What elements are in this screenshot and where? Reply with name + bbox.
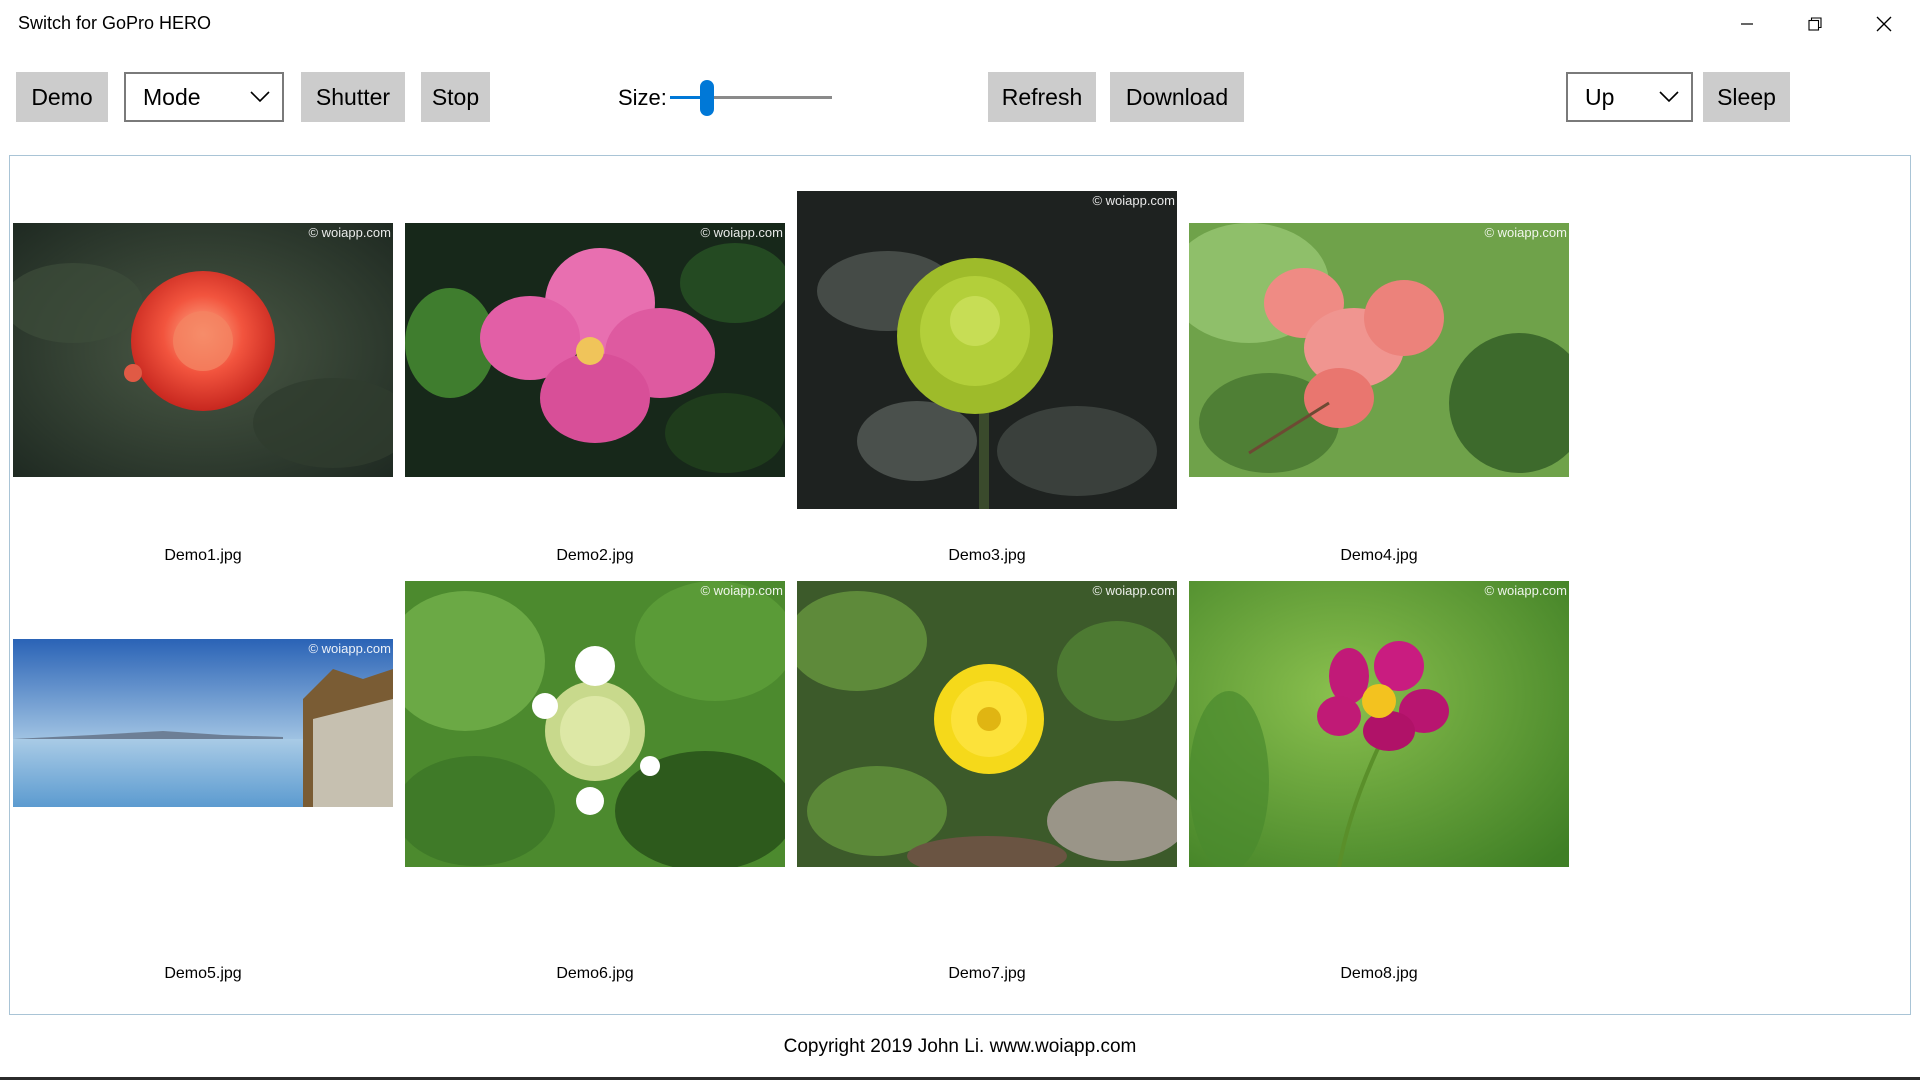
app-window: Switch for GoPro HERO Demo Mode Shutter … (0, 0, 1920, 1080)
size-label: Size: (618, 85, 667, 110)
daisy-image (797, 581, 1177, 867)
gallery-item[interactable]: © woiapp.com Demo4.jpg (1189, 156, 1569, 576)
watermark: © woiapp.com (308, 225, 391, 240)
photo-thumbnail[interactable]: © woiapp.com (13, 639, 393, 807)
photo-caption: Demo4.jpg (1340, 547, 1418, 564)
photo-caption: Demo8.jpg (1340, 965, 1418, 982)
restore-icon (1808, 17, 1822, 31)
lake-image (13, 639, 393, 807)
chevron-down-icon (250, 91, 270, 103)
watermark: © woiapp.com (1092, 193, 1175, 208)
photo-thumbnail[interactable]: © woiapp.com (405, 223, 785, 477)
photo-thumbnail[interactable]: © woiapp.com (797, 581, 1177, 867)
restore-button[interactable] (1781, 0, 1849, 48)
photo-caption: Demo7.jpg (948, 965, 1026, 982)
stop-button[interactable]: Stop (421, 72, 490, 122)
watermark: © woiapp.com (700, 225, 783, 240)
close-button[interactable] (1850, 0, 1918, 48)
dahlia-image (13, 223, 393, 477)
title-bar: Switch for GoPro HERO (0, 0, 1920, 48)
refresh-button[interactable]: Refresh (988, 72, 1096, 122)
close-icon (1876, 16, 1892, 32)
direction-dropdown[interactable]: Up (1566, 72, 1693, 122)
gallery-item[interactable]: © woiapp.com Demo8.jpg (1189, 581, 1569, 1001)
photo-caption: Demo6.jpg (556, 965, 634, 982)
photo-caption: Demo2.jpg (556, 547, 634, 564)
direction-dropdown-value: Up (1585, 83, 1615, 110)
photo-thumbnail[interactable]: © woiapp.com (797, 191, 1177, 509)
watermark: © woiapp.com (1092, 583, 1175, 598)
photo-caption: Demo5.jpg (164, 965, 242, 982)
window-title: Switch for GoPro HERO (18, 13, 212, 33)
photo-gallery: © woiapp.com Demo1.jpg © woiapp.com Demo… (9, 155, 1911, 1015)
watermark: © woiapp.com (1484, 225, 1567, 240)
photo-caption: Demo1.jpg (164, 547, 242, 564)
watermark: © woiapp.com (1484, 583, 1567, 598)
size-slider-track (707, 96, 832, 99)
viburnum-image (405, 581, 785, 867)
mode-dropdown[interactable]: Mode (124, 72, 284, 122)
demo-button[interactable]: Demo (16, 72, 108, 122)
gallery-item[interactable]: © woiapp.com Demo5.jpg (13, 581, 393, 1001)
copyright-footer: Copyright 2019 John Li. www.woiapp.com (783, 1036, 1137, 1057)
download-button[interactable]: Download (1110, 72, 1244, 122)
photo-caption: Demo3.jpg (948, 547, 1026, 564)
photo-thumbnail[interactable]: © woiapp.com (405, 581, 785, 867)
gallery-item[interactable]: © woiapp.com Demo7.jpg (797, 581, 1177, 1001)
minimize-icon (1741, 23, 1753, 25)
photo-thumbnail[interactable]: © woiapp.com (1189, 581, 1569, 867)
gallery-item[interactable]: © woiapp.com Demo3.jpg (797, 156, 1177, 576)
size-slider[interactable] (670, 78, 832, 118)
photo-thumbnail[interactable]: © woiapp.com (1189, 223, 1569, 477)
shutter-button[interactable]: Shutter (301, 72, 405, 122)
mode-dropdown-value: Mode (143, 83, 201, 110)
gallery-item[interactable]: © woiapp.com Demo6.jpg (405, 581, 785, 1001)
chrysanthemum-image (797, 191, 1177, 509)
rose-image (405, 223, 785, 477)
cosmos-image (1189, 581, 1569, 867)
watermark: © woiapp.com (700, 583, 783, 598)
gallery-item[interactable]: © woiapp.com Demo1.jpg (13, 156, 393, 576)
photo-thumbnail[interactable]: © woiapp.com (13, 223, 393, 477)
size-slider-thumb[interactable] (700, 80, 714, 116)
watermark: © woiapp.com (308, 641, 391, 656)
gallery-item[interactable]: © woiapp.com Demo2.jpg (405, 156, 785, 576)
minimize-button[interactable] (1713, 0, 1781, 48)
bougainvillea-image (1189, 223, 1569, 477)
sleep-button[interactable]: Sleep (1703, 72, 1790, 122)
chevron-down-icon (1659, 91, 1679, 103)
